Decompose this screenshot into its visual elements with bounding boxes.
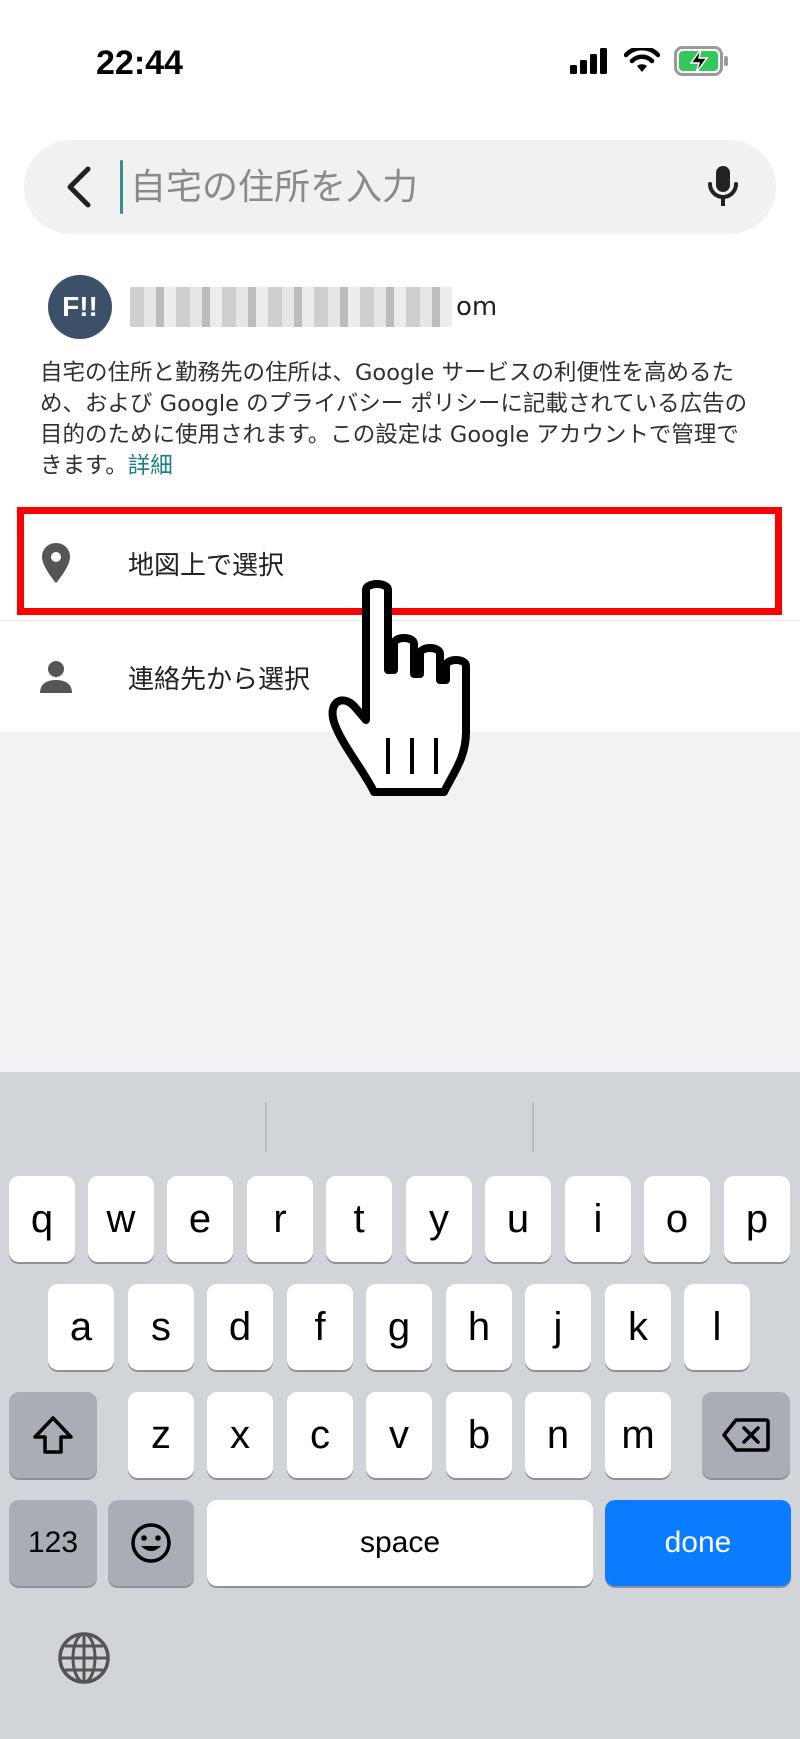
space-key[interactable]: space [207,1500,593,1586]
email-redacted [130,287,452,327]
key-t[interactable]: t [326,1176,392,1262]
microphone-icon [708,166,738,206]
account-row: F!! om [48,275,497,339]
emoji-key[interactable] [108,1500,194,1586]
done-key[interactable]: done [605,1500,791,1586]
suggestion-divider [532,1102,534,1152]
pointing-hand-icon [328,580,470,796]
status-time: 22:44 [96,44,183,82]
address-search-input[interactable] [122,152,690,222]
key-q[interactable]: q [9,1176,75,1262]
shift-key[interactable] [9,1392,97,1478]
key-d[interactable]: d [207,1284,273,1370]
status-bar: 22:44 [0,0,800,130]
key-e[interactable]: e [167,1176,233,1262]
key-z[interactable]: z [128,1392,194,1478]
keyboard: q w e r t y u i o p a s d f g h j k l z … [0,1072,800,1739]
key-g[interactable]: g [366,1284,432,1370]
key-r[interactable]: r [247,1176,313,1262]
back-arrow-icon [67,166,91,208]
key-c[interactable]: c [287,1392,353,1478]
key-a[interactable]: a [48,1284,114,1370]
key-x[interactable]: x [207,1392,273,1478]
suggestion-divider [265,1102,267,1152]
backspace-icon [722,1418,770,1452]
wifi-icon [624,48,660,72]
globe-icon[interactable] [56,1630,112,1686]
key-h[interactable]: h [446,1284,512,1370]
backspace-key[interactable] [702,1392,790,1478]
numbers-key[interactable]: 123 [9,1500,97,1586]
key-s[interactable]: s [128,1284,194,1370]
select-from-contacts-label: 連絡先から選択 [128,664,311,695]
details-link[interactable]: 詳細 [128,453,173,479]
key-n[interactable]: n [525,1392,591,1478]
back-button[interactable] [54,162,104,212]
key-y[interactable]: y [406,1176,472,1262]
key-i[interactable]: i [565,1176,631,1262]
search-bar [24,140,776,234]
privacy-notice: 自宅の住所と勤務先の住所は、Google サービスの利便性を高めるため、および … [40,358,760,482]
key-l[interactable]: l [684,1284,750,1370]
key-b[interactable]: b [446,1392,512,1478]
cellular-signal-icon [570,48,607,74]
key-o[interactable]: o [644,1176,710,1262]
key-v[interactable]: v [366,1392,432,1478]
shift-icon [33,1416,73,1454]
key-p[interactable]: p [724,1176,790,1262]
status-icons [570,46,730,76]
key-u[interactable]: u [485,1176,551,1262]
key-j[interactable]: j [525,1284,591,1370]
person-icon [36,655,76,699]
key-f[interactable]: f [287,1284,353,1370]
email-suffix: om [456,292,498,322]
battery-charging-icon [674,46,728,76]
key-m[interactable]: m [605,1392,671,1478]
key-w[interactable]: w [88,1176,154,1262]
account-avatar: F!! [48,275,112,339]
voice-search-button[interactable] [696,160,750,214]
key-k[interactable]: k [605,1284,671,1370]
emoji-icon [131,1523,171,1563]
